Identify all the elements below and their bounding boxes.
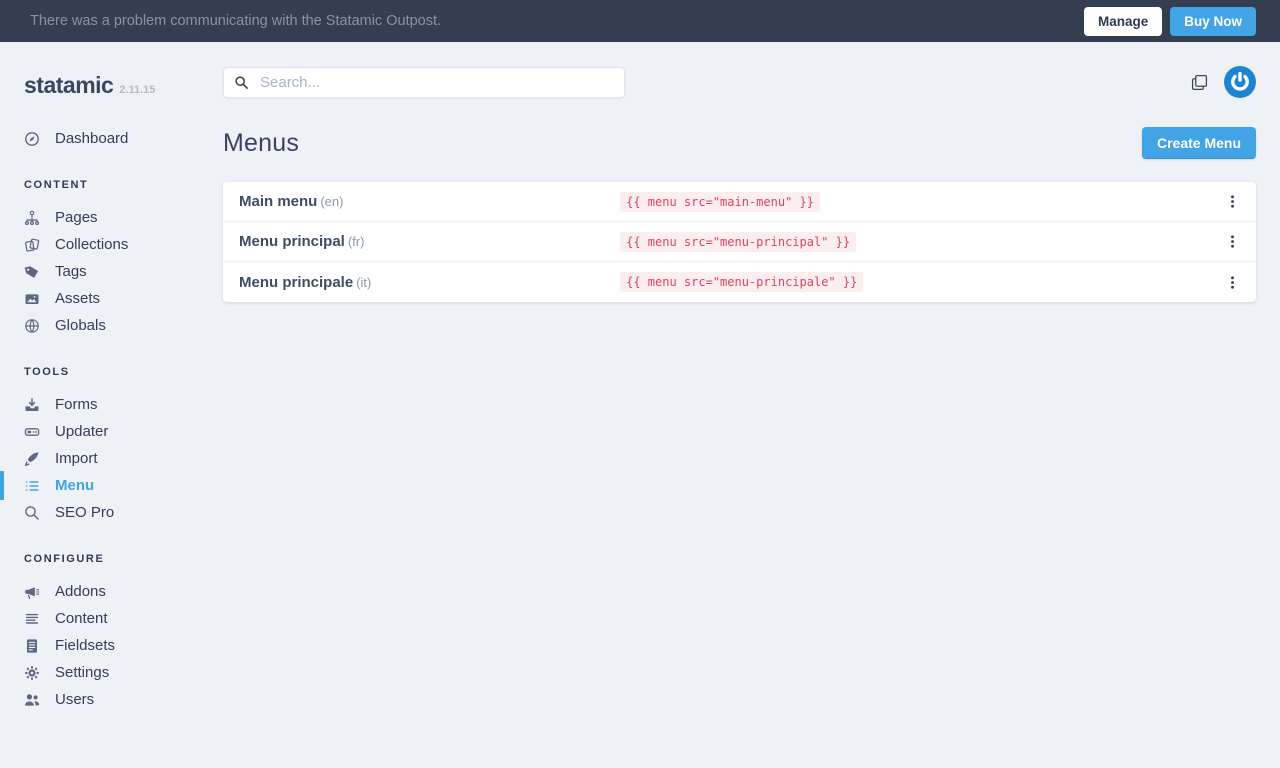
topbar [223, 42, 1256, 98]
menu-name: Menu principale [239, 274, 353, 291]
row-actions-button[interactable] [1223, 229, 1242, 254]
sidebar-item-menu[interactable]: Menu [24, 472, 223, 499]
sidebar-item-label: Tags [55, 262, 87, 281]
menu-locale: (en) [320, 194, 343, 209]
sidebar-item-fieldsets[interactable]: Fieldsets [24, 632, 223, 659]
collections-icon [24, 237, 42, 253]
list-icon [24, 478, 42, 494]
sidebar-item-label: Dashboard [55, 129, 128, 148]
sitemap-icon [24, 210, 42, 226]
menu-name: Menu principal [239, 233, 345, 250]
user-avatar-button[interactable] [1224, 66, 1256, 98]
menu-row-title[interactable]: Menu principal(fr) [239, 233, 620, 250]
brand-logo[interactable]: statamic 2.11.15 [24, 72, 223, 99]
magnifier-icon [24, 505, 42, 521]
sidebar-item-label: Globals [55, 316, 106, 335]
create-menu-button[interactable]: Create Menu [1142, 127, 1256, 159]
menu-row-title[interactable]: Main menu(en) [239, 193, 620, 210]
sidebar-item-label: Pages [55, 208, 98, 227]
menu-tag-snippet: {{ menu src="menu-principal" }} [620, 232, 856, 252]
sidebar-item-content[interactable]: Content [24, 605, 223, 632]
search-icon [234, 75, 249, 90]
sidebar-item-label: Updater [55, 422, 108, 441]
sidebar-item-globals[interactable]: Globals [24, 312, 223, 339]
sidebar-item-collections[interactable]: Collections [24, 231, 223, 258]
sidebar: statamic 2.11.15 Dashboard CONTENT Pages… [0, 42, 223, 768]
tag-icon [24, 264, 42, 280]
manage-button[interactable]: Manage [1084, 7, 1162, 36]
section-label-configure: CONFIGURE [24, 553, 223, 565]
sidebar-item-label: Forms [55, 395, 98, 414]
menu-tag-cell: {{ menu src="main-menu" }} [620, 193, 1223, 211]
sidebar-item-forms[interactable]: Forms [24, 391, 223, 418]
sidebar-item-updater[interactable]: Updater [24, 418, 223, 445]
rocket-icon [24, 451, 42, 467]
menu-tag-cell: {{ menu src="menu-principal" }} [620, 233, 1223, 251]
page-header: Menus Create Menu [223, 127, 1256, 159]
banner-message: There was a problem communicating with t… [30, 13, 441, 29]
megaphone-icon [24, 584, 42, 600]
menu-locale: (it) [356, 275, 371, 290]
sidebar-item-label: Collections [55, 235, 128, 254]
lines-icon [24, 611, 42, 627]
section-label-tools: TOOLS [24, 366, 223, 378]
row-actions-button[interactable] [1223, 270, 1242, 295]
menu-tag-snippet: {{ menu src="main-menu" }} [620, 192, 820, 212]
menu-row: Menu principale(it) {{ menu src="menu-pr… [223, 262, 1256, 302]
menu-tag-snippet: {{ menu src="menu-principale" }} [620, 272, 863, 292]
users-icon [24, 692, 42, 708]
sidebar-item-label: Menu [55, 476, 94, 495]
view-site-button[interactable] [1191, 74, 1208, 91]
outpost-banner: There was a problem communicating with t… [0, 0, 1280, 42]
kebab-icon [1225, 233, 1240, 250]
sidebar-item-dashboard[interactable]: Dashboard [24, 125, 223, 152]
brand-name: statamic [24, 72, 113, 99]
row-actions-button[interactable] [1223, 189, 1242, 214]
topbar-actions [1191, 66, 1256, 98]
page-title: Menus [223, 129, 299, 158]
menus-list-card: Main menu(en) {{ menu src="main-menu" }}… [223, 182, 1256, 302]
sidebar-item-label: SEO Pro [55, 503, 114, 522]
sidebar-item-label: Fieldsets [55, 636, 115, 655]
search-input[interactable] [223, 67, 625, 98]
sidebar-item-label: Import [55, 449, 98, 468]
menu-tag-cell: {{ menu src="menu-principale" }} [620, 273, 1223, 291]
inbox-download-icon [24, 397, 42, 413]
sidebar-item-addons[interactable]: Addons [24, 578, 223, 605]
kebab-icon [1225, 274, 1240, 291]
image-icon [24, 291, 42, 307]
sidebar-item-seo-pro[interactable]: SEO Pro [24, 499, 223, 526]
globe-icon [24, 318, 42, 334]
sidebar-item-tags[interactable]: Tags [24, 258, 223, 285]
sidebar-item-label: Users [55, 690, 94, 709]
app-shell: statamic 2.11.15 Dashboard CONTENT Pages… [0, 42, 1280, 768]
sidebar-item-label: Settings [55, 663, 109, 682]
menu-name: Main menu [239, 193, 317, 210]
sidebar-item-import[interactable]: Import [24, 445, 223, 472]
battery-icon [24, 424, 42, 440]
power-logo-icon [1224, 66, 1256, 98]
sidebar-item-label: Addons [55, 582, 106, 601]
buy-now-button[interactable]: Buy Now [1170, 7, 1256, 36]
menu-row-title[interactable]: Menu principale(it) [239, 274, 620, 291]
kebab-icon [1225, 193, 1240, 210]
sidebar-item-pages[interactable]: Pages [24, 204, 223, 231]
overlap-squares-icon [1191, 74, 1208, 91]
sidebar-item-assets[interactable]: Assets [24, 285, 223, 312]
gear-icon [24, 665, 42, 681]
brand-version: 2.11.15 [119, 84, 155, 96]
sidebar-item-settings[interactable]: Settings [24, 659, 223, 686]
sidebar-item-label: Assets [55, 289, 100, 308]
section-label-content: CONTENT [24, 179, 223, 191]
document-icon [24, 638, 42, 654]
menu-locale: (fr) [348, 234, 365, 249]
sidebar-item-users[interactable]: Users [24, 686, 223, 713]
menu-row: Main menu(en) {{ menu src="main-menu" }} [223, 182, 1256, 222]
compass-icon [24, 131, 42, 147]
main-area: Menus Create Menu Main menu(en) {{ menu … [223, 42, 1280, 768]
global-search [223, 67, 625, 98]
menu-row: Menu principal(fr) {{ menu src="menu-pri… [223, 222, 1256, 262]
sidebar-item-label: Content [55, 609, 108, 628]
